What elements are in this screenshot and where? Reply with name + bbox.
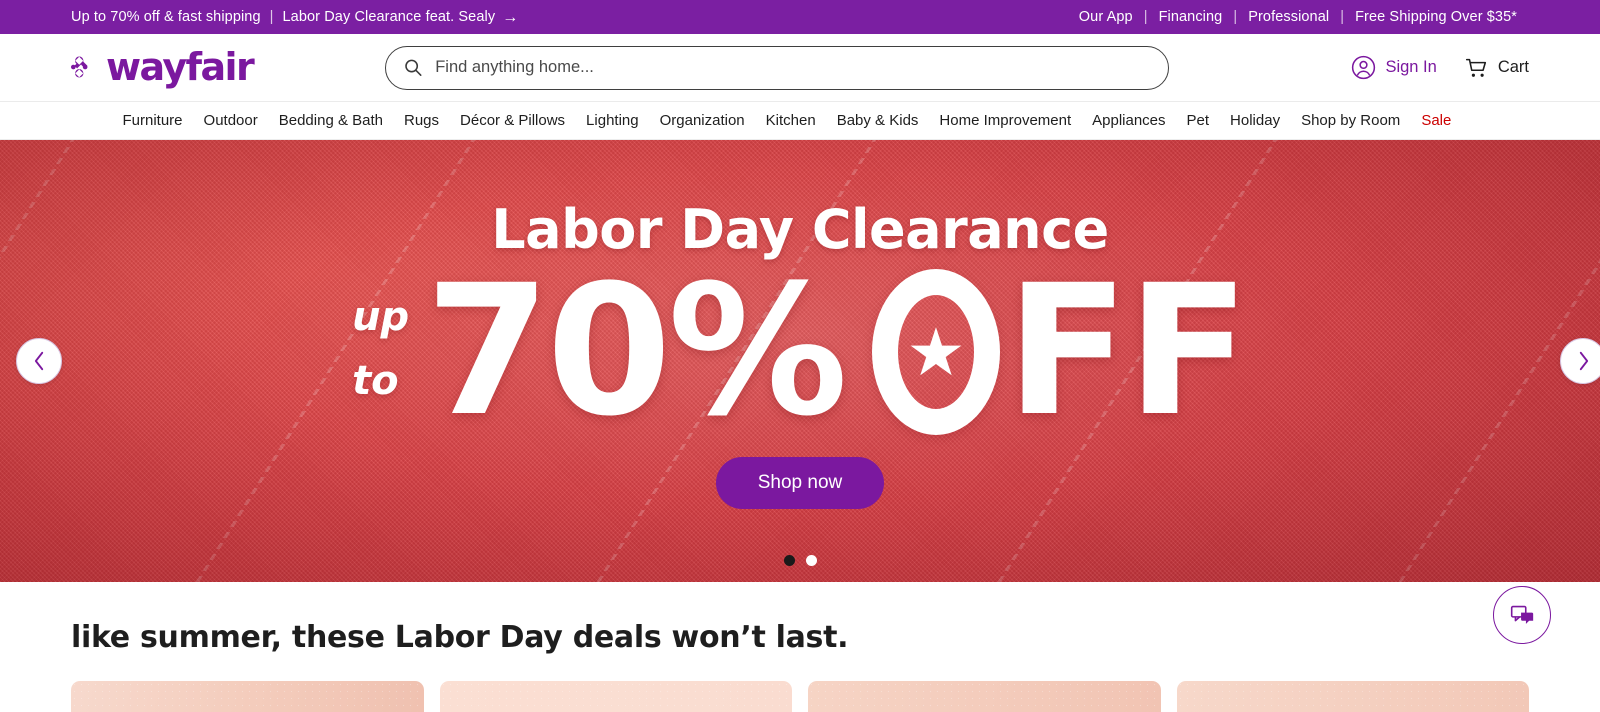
search-input[interactable] (435, 58, 1150, 77)
nav-item-organization[interactable]: Organization (649, 112, 755, 129)
nav-item-shop-by-room[interactable]: Shop by Room (1291, 112, 1411, 129)
nav-item-decor-pillows[interactable]: Décor & Pillows (450, 112, 576, 129)
nav-item-pet[interactable]: Pet (1176, 112, 1220, 129)
shop-now-button[interactable]: Shop now (715, 457, 885, 509)
sign-in-button[interactable]: Sign In (1351, 55, 1437, 80)
cart-button[interactable]: Cart (1463, 55, 1529, 81)
promo-link-separator: | (1340, 9, 1345, 25)
promo-link-professional[interactable]: Professional (1237, 9, 1340, 25)
account-icon (1352, 55, 1376, 80)
search-bar[interactable] (385, 45, 1169, 90)
search-icon (405, 59, 422, 76)
hero-carousel: Labor Day Clearance up to 70% ★ FF Shop … (0, 140, 1600, 582)
deal-card-2[interactable] (439, 681, 792, 712)
promo-banner: Up to 70% off & fast shipping | Labor Da… (0, 0, 1600, 34)
hero-up-word: up (352, 294, 410, 340)
hero-upto-label: up to (352, 294, 410, 406)
hero-off-word: ★ FF (844, 247, 1250, 457)
deal-card-1[interactable] (71, 681, 424, 712)
hero-offer-group: up to 70% ★ FF (352, 247, 1250, 457)
hero-to-word: to (352, 358, 399, 404)
cart-icon (1465, 58, 1486, 77)
nav-item-home-improvement[interactable]: Home Improvement (929, 112, 1082, 129)
chevron-right-icon (1579, 351, 1588, 371)
deal-card-4[interactable] (1176, 681, 1529, 712)
hero-off-letters-ff: FF (1006, 247, 1250, 457)
carousel-indicators (0, 555, 1600, 566)
deals-section: like summer, these Labor Day deals won’t… (0, 582, 1600, 712)
nav-item-furniture[interactable]: Furniture (112, 112, 193, 129)
cart-label: Cart (1497, 58, 1529, 76)
promo-offer-text: Up to 70% off & fast shipping (71, 9, 261, 25)
chevron-left-icon (34, 351, 43, 371)
wayfair-logo[interactable]: wayfair (71, 45, 255, 89)
carousel-dot-2[interactable] (805, 555, 817, 566)
hero-content: Labor Day Clearance up to 70% ★ FF Shop … (0, 140, 1600, 582)
promo-link-our-app[interactable]: Our App (1068, 9, 1144, 25)
promo-link-free-shipping[interactable]: Free Shipping Over $35* (1344, 9, 1528, 25)
star-icon: ★ (906, 315, 966, 389)
site-header: wayfair Sign In Cart (0, 34, 1600, 102)
nav-item-bedding-bath[interactable]: Bedding & Bath (268, 112, 393, 129)
promo-link-separator: | (1143, 9, 1148, 25)
deal-card-3[interactable] (808, 681, 1161, 712)
wayfair-logo-icon (71, 56, 88, 78)
promo-link-separator: | (1233, 9, 1238, 25)
chat-bubble-icon (1510, 605, 1534, 624)
deals-heading: like summer, these Labor Day deals won’t… (71, 620, 849, 655)
nav-item-holiday[interactable]: Holiday (1220, 112, 1291, 129)
carousel-prev-button[interactable] (16, 338, 62, 384)
nav-item-baby-kids[interactable]: Baby & Kids (826, 112, 929, 129)
sign-in-label: Sign In (1385, 58, 1437, 76)
nav-item-sale[interactable]: Sale (1411, 112, 1451, 129)
category-nav: Furniture Outdoor Bedding & Bath Rugs Dé… (0, 102, 1600, 140)
promo-links-group: Our App | Financing | Professional | Fre… (1068, 9, 1528, 25)
nav-item-appliances[interactable]: Appliances (1082, 112, 1176, 129)
promo-clearance-link[interactable]: Labor Day Clearance feat. Sealy (283, 9, 496, 25)
promo-divider: | (269, 9, 274, 25)
wayfair-wordmark: wayfair (106, 45, 255, 89)
promo-left-group[interactable]: Up to 70% off & fast shipping | Labor Da… (71, 9, 519, 26)
nav-item-outdoor[interactable]: Outdoor (193, 112, 268, 129)
hero-percent: 70% (425, 247, 848, 457)
nav-item-rugs[interactable]: Rugs (393, 112, 449, 129)
chat-support-button[interactable] (1493, 586, 1551, 644)
carousel-next-button[interactable] (1560, 338, 1600, 384)
nav-item-kitchen[interactable]: Kitchen (755, 112, 826, 129)
header-actions: Sign In Cart (1351, 55, 1529, 81)
nav-item-lighting[interactable]: Lighting (576, 112, 650, 129)
hero-off-letter-o: ★ (872, 269, 1001, 435)
promo-link-financing[interactable]: Financing (1148, 9, 1234, 25)
arrow-right-icon: → (502, 9, 519, 26)
deals-card-row (71, 681, 1529, 712)
carousel-dot-1[interactable] (783, 555, 795, 566)
